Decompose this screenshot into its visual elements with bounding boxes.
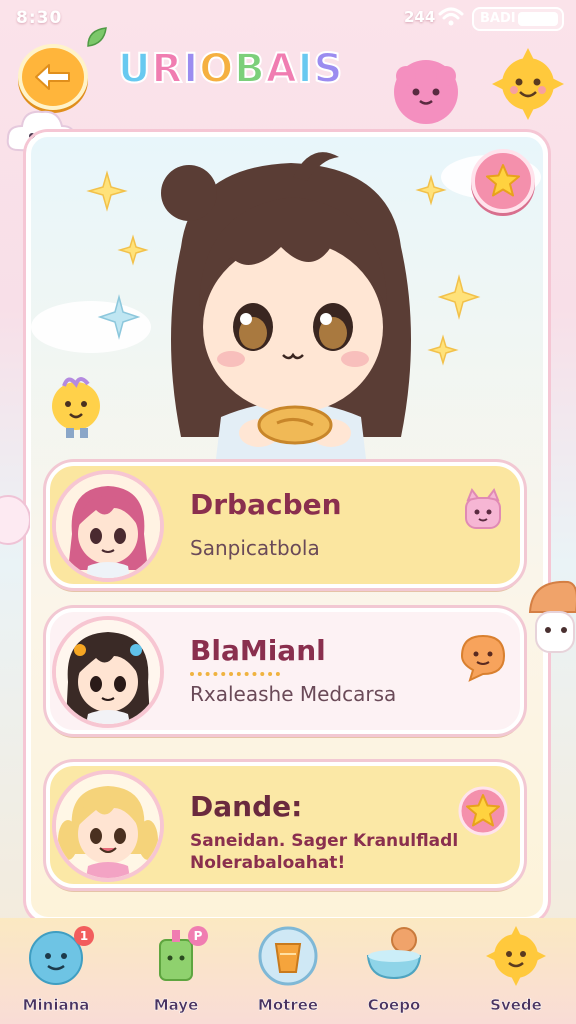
hero-character-illustration bbox=[31, 152, 541, 467]
pink-blob-mascot-icon bbox=[394, 60, 458, 124]
character-card[interactable]: BlaMianl Rxaleashe Medcarsa bbox=[46, 608, 524, 734]
side-cloud-icon bbox=[0, 495, 30, 545]
nav-label: Coepo bbox=[367, 996, 421, 1015]
character-subtitle-line: Nolerabaloahat! bbox=[190, 853, 346, 873]
avatar bbox=[52, 770, 164, 882]
title-letter: B bbox=[233, 45, 266, 93]
wifi-icon bbox=[438, 7, 464, 26]
star-icon bbox=[486, 164, 520, 197]
character-name: Drbacben bbox=[190, 488, 342, 521]
nav-label: Miniana bbox=[22, 996, 90, 1015]
title-letter: S bbox=[313, 45, 344, 93]
progress-dots bbox=[190, 672, 280, 680]
orange-drink-icon bbox=[258, 926, 318, 986]
sun-face-icon bbox=[486, 926, 546, 986]
yellow-bird-mascot-icon bbox=[52, 377, 100, 438]
nav-item-coepo[interactable]: Coepo bbox=[346, 926, 442, 1022]
character-card[interactable]: Drbacben Sanpicatbola bbox=[46, 462, 524, 588]
bottom-nav: 1 Miniana P Maye Motree Coepo Svede bbox=[0, 918, 576, 1024]
character-subtitle: Saneidan. Sager Kranulfladl Nolerabaloah… bbox=[190, 830, 510, 874]
pink-hair-girl-avatar bbox=[56, 474, 160, 578]
app-title: URIOBAIS bbox=[117, 45, 344, 93]
blonde-girl-avatar bbox=[56, 774, 160, 878]
nav-label: Maye bbox=[153, 996, 199, 1015]
status-time: 8:30 bbox=[16, 8, 63, 28]
nav-item-miniana[interactable]: 1 Miniana bbox=[8, 926, 104, 1022]
notification-badge: P bbox=[188, 926, 208, 946]
battery-label: BADI bbox=[480, 11, 516, 26]
nav-label: Motree bbox=[257, 996, 319, 1015]
battery-fill bbox=[518, 12, 558, 26]
star-icon[interactable] bbox=[458, 786, 508, 836]
title-letter: A bbox=[265, 45, 298, 93]
character-name: BlaMianl bbox=[190, 634, 326, 667]
nav-item-svede[interactable]: Svede bbox=[468, 926, 564, 1022]
nav-item-maye[interactable]: P Maye bbox=[128, 926, 224, 1022]
food-bowl-icon bbox=[366, 927, 422, 980]
brown-hair-girl-avatar bbox=[56, 620, 160, 724]
speech-bubble-icon[interactable] bbox=[458, 632, 508, 682]
character-name: Dande: bbox=[190, 790, 303, 823]
mushroom-mascot-icon bbox=[528, 580, 576, 653]
leaf-icon bbox=[87, 27, 107, 47]
nav-label: Svede bbox=[490, 996, 542, 1015]
title-letter: I bbox=[297, 45, 314, 93]
pink-cat-icon[interactable] bbox=[458, 486, 508, 536]
title-letter: O bbox=[198, 45, 235, 93]
character-card[interactable]: Dande: Saneidan. Sager Kranulfladl Noler… bbox=[46, 762, 524, 888]
notification-badge: 1 bbox=[74, 926, 94, 946]
title-letter: U bbox=[117, 45, 152, 93]
character-subtitle: Rxaleashe Medcarsa bbox=[190, 682, 397, 706]
title-letter: R bbox=[150, 45, 184, 93]
network-indicator: 244 bbox=[404, 8, 436, 26]
arrow-left-icon bbox=[35, 64, 70, 90]
favorite-button[interactable] bbox=[471, 149, 535, 213]
avatar bbox=[52, 470, 164, 582]
title-letter: I bbox=[182, 45, 200, 93]
character-subtitle: Sanpicatbola bbox=[190, 536, 320, 560]
avatar bbox=[52, 616, 164, 728]
nav-item-motree[interactable]: Motree bbox=[240, 926, 336, 1022]
battery-indicator: BADI bbox=[472, 7, 564, 31]
sun-mascot-icon bbox=[492, 48, 564, 120]
